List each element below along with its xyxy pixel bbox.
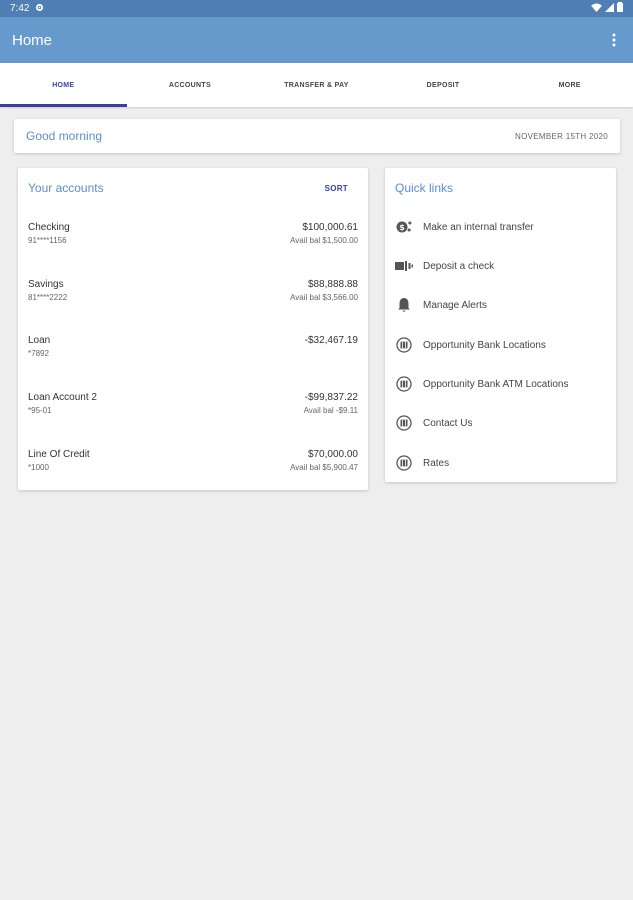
quick-links-header: Quick links xyxy=(385,168,616,208)
quick-links-title: Quick links xyxy=(395,181,454,195)
account-name: Savings xyxy=(28,279,64,290)
account-number: *7892 xyxy=(28,349,49,358)
map-icon xyxy=(395,336,413,354)
map-icon xyxy=(395,454,413,472)
account-name: Loan Account 2 xyxy=(28,392,97,403)
quick-link-internal-transfer[interactable]: $ Make an internal transfer xyxy=(385,211,616,243)
greeting-text: Good morning xyxy=(26,129,103,143)
wifi-icon xyxy=(591,2,602,15)
account-balance: $100,000.61 xyxy=(302,222,358,233)
overflow-menu-icon[interactable] xyxy=(607,30,621,50)
quick-link-label: Opportunity Bank ATM Locations xyxy=(423,378,569,390)
tab-deposit[interactable]: DEPOSIT xyxy=(380,63,507,107)
tab-home[interactable]: HOME xyxy=(0,63,127,107)
quick-link-label: Make an internal transfer xyxy=(423,221,534,233)
account-number: 81****2222 xyxy=(28,293,68,302)
account-available-balance: Avail bal $3,566.00 xyxy=(290,293,358,302)
account-name: Loan xyxy=(28,335,51,346)
quick-link-label: Opportunity Bank Locations xyxy=(423,339,546,351)
account-balance: $88,888.88 xyxy=(307,279,358,290)
account-number: 91****1156 xyxy=(28,236,67,245)
accounts-card: Your accounts SORT Checking 91****1156 $… xyxy=(18,168,368,490)
tab-more[interactable]: MORE xyxy=(506,63,633,107)
account-number: *1000 xyxy=(28,463,49,472)
account-number: *95-01 xyxy=(28,406,52,415)
account-row-savings[interactable]: Savings 81****2222 $88,888.88 Avail bal … xyxy=(18,279,368,323)
account-row-loan-account-2[interactable]: Loan Account 2 *95-01 -$99,837.22 Avail … xyxy=(18,392,368,436)
battery-icon xyxy=(617,2,623,15)
account-balance: -$32,467.19 xyxy=(304,335,358,346)
accounts-header: Your accounts SORT xyxy=(18,168,368,208)
accounts-title: Your accounts xyxy=(28,181,104,195)
quick-link-label: Rates xyxy=(423,457,450,469)
account-row-line-of-credit[interactable]: Line Of Credit *1000 $70,000.00 Avail ba… xyxy=(18,449,368,493)
quick-link-label: Manage Alerts xyxy=(423,299,487,311)
tab-transfer-pay[interactable]: TRANSFER & PAY xyxy=(253,63,380,107)
account-name: Checking xyxy=(28,222,70,233)
tab-bar: HOME ACCOUNTS TRANSFER & PAY DEPOSIT MOR… xyxy=(0,63,633,107)
bell-icon xyxy=(395,296,413,314)
signal-icon xyxy=(605,2,614,15)
quick-link-label: Deposit a check xyxy=(423,260,495,272)
tab-accounts[interactable]: ACCOUNTS xyxy=(127,63,254,107)
app-bar: Home xyxy=(0,17,633,63)
quick-link-bank-locations[interactable]: Opportunity Bank Locations xyxy=(385,329,616,361)
account-row-loan[interactable]: Loan *7892 -$32,467.19 xyxy=(18,335,368,379)
account-row-checking[interactable]: Checking 91****1156 $100,000.61 Avail ba… xyxy=(18,222,368,266)
map-icon xyxy=(395,375,413,393)
quick-link-deposit-check[interactable]: Deposit a check xyxy=(385,250,616,282)
quick-links-card: Quick links $ Make an internal transfer … xyxy=(385,168,616,482)
quick-link-atm-locations[interactable]: Opportunity Bank ATM Locations xyxy=(385,368,616,400)
account-available-balance: Avail bal -$9.11 xyxy=(303,406,358,415)
quick-link-contact-us[interactable]: Contact Us xyxy=(385,407,616,439)
account-balance: -$99,837.22 xyxy=(304,392,358,403)
greeting-date: NOVEMBER 15TH 2020 xyxy=(515,131,608,141)
settings-gear-icon xyxy=(35,3,44,15)
quick-link-rates[interactable]: Rates xyxy=(385,447,616,479)
account-available-balance: Avail bal $1,500.00 xyxy=(290,236,358,245)
page-title: Home xyxy=(12,31,53,49)
sort-button[interactable]: SORT xyxy=(315,180,358,197)
greeting-card: Good morning NOVEMBER 15TH 2020 xyxy=(14,119,620,153)
status-bar: 7:42 xyxy=(0,0,633,17)
status-time: 7:42 xyxy=(10,3,30,14)
account-name: Line Of Credit xyxy=(28,449,90,460)
map-icon xyxy=(395,414,413,432)
transfer-icon: $ xyxy=(395,218,413,236)
account-balance: $70,000.00 xyxy=(307,449,358,460)
quick-link-manage-alerts[interactable]: Manage Alerts xyxy=(385,289,616,321)
check-deposit-icon xyxy=(395,257,413,275)
account-available-balance: Avail bal $5,900.47 xyxy=(290,463,358,472)
quick-link-label: Contact Us xyxy=(423,417,473,429)
svg-text:$: $ xyxy=(399,223,405,232)
